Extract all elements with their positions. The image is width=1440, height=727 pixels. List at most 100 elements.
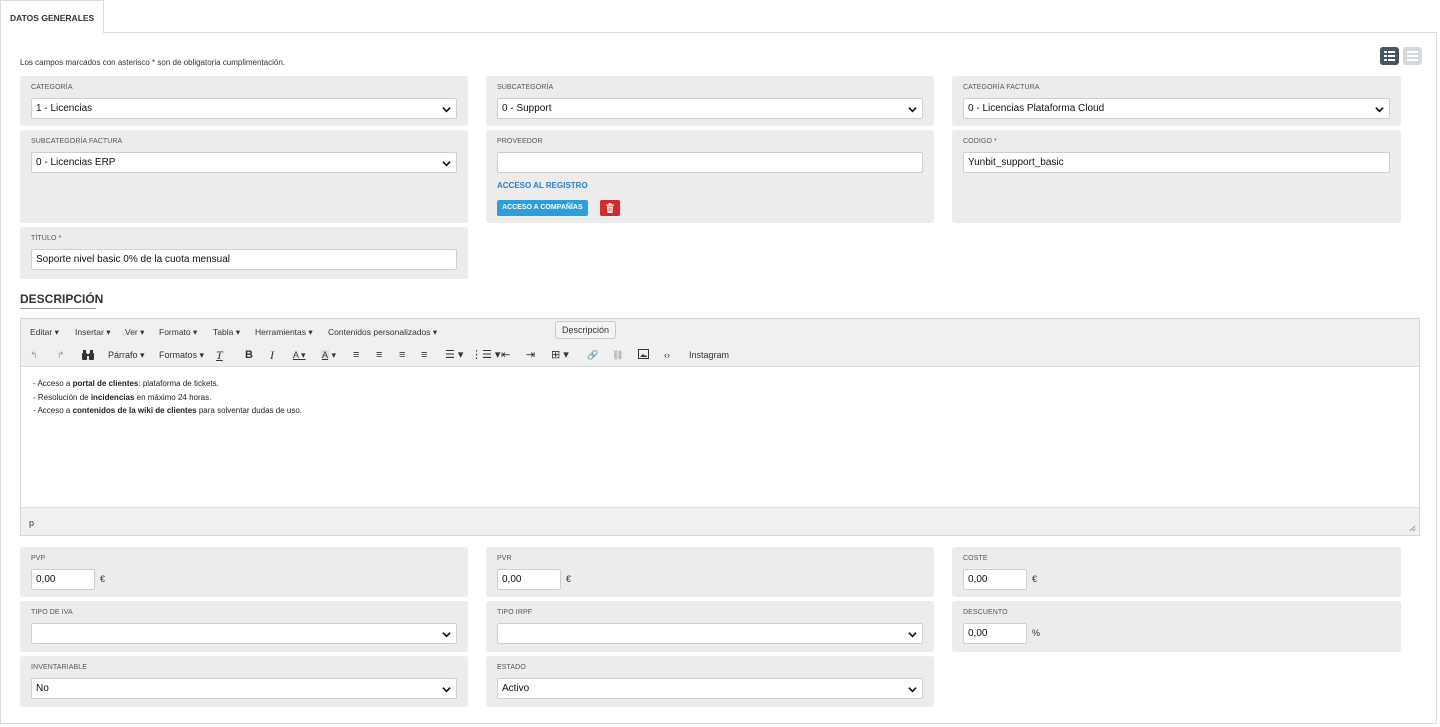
- link-icon[interactable]: 🔗: [587, 349, 598, 361]
- text-color-icon[interactable]: A ▾: [293, 349, 306, 361]
- titulo-card: TÍTULO * Soporte nivel basic 0% de la cu…: [20, 227, 468, 279]
- unlink-icon[interactable]: ⛓: [612, 349, 623, 361]
- required-fields-note: Los campos marcados con asterisco * son …: [20, 58, 286, 67]
- delete-proveedor-button[interactable]: [600, 200, 620, 216]
- align-left-icon[interactable]: ≡: [353, 349, 359, 361]
- coste-card: COSTE 0,00 €: [952, 547, 1401, 597]
- rich-text-editor: Editar ▾ Insertar ▾ Ver ▾ Formato ▾ Tabl…: [20, 318, 1420, 536]
- codigo-label: CODIGO *: [963, 138, 997, 145]
- align-justify-icon[interactable]: ≡: [421, 349, 427, 361]
- background-color-icon[interactable]: A ▾: [321, 349, 336, 361]
- resize-grip-icon[interactable]: [1409, 525, 1416, 532]
- titulo-input[interactable]: Soporte nivel basic 0% de la cuota mensu…: [31, 249, 457, 270]
- paragraph-dropdown[interactable]: Párrafo ▾: [108, 349, 145, 361]
- table-icon[interactable]: ⊞ ▾: [551, 349, 569, 361]
- subcategoria-factura-select[interactable]: 0 - Licencias ERP: [31, 152, 457, 173]
- codigo-input[interactable]: Yunbit_support_basic: [963, 152, 1390, 173]
- estado-card: ESTADO Activo: [486, 656, 934, 707]
- categoria-factura-card: CATEGORÍA FACTURA 0 - Licencias Platafor…: [952, 76, 1401, 126]
- proveedor-card: PROVEEDOR ACCESO AL REGISTRO ACCESO A CO…: [486, 130, 934, 223]
- categoria-factura-label: CATEGORÍA FACTURA: [963, 84, 1040, 91]
- bullet-list-icon[interactable]: ☰ ▾: [445, 349, 463, 361]
- subcategoria-factura-card: SUBCATEGORÍA FACTURA 0 - Licencias ERP: [20, 130, 468, 223]
- description-line: - Resolución de incidencias en máximo 24…: [33, 392, 212, 402]
- estado-select[interactable]: Activo: [497, 678, 923, 699]
- subcategoria-factura-label: SUBCATEGORÍA FACTURA: [31, 138, 123, 145]
- subcategoria-card: SUBCATEGORÍA 0 - Support: [486, 76, 934, 126]
- chevron-down-icon: [442, 161, 451, 167]
- codigo-card: CODIGO * Yunbit_support_basic: [952, 130, 1401, 223]
- editor-menubar: Editar ▾ Insertar ▾ Ver ▾ Formato ▾ Tabl…: [21, 319, 1419, 343]
- source-code-icon[interactable]: ‹›: [664, 349, 670, 361]
- trash-icon: [606, 203, 614, 213]
- redo-icon[interactable]: ↱: [57, 349, 65, 361]
- instagram-button[interactable]: Instagram: [689, 349, 729, 361]
- pvp-unit: €: [100, 574, 106, 584]
- inventariable-label: INVENTARIABLE: [31, 664, 88, 671]
- grid-view-icon: [1384, 51, 1395, 61]
- numbered-list-icon[interactable]: ⋮☰ ▾: [471, 349, 500, 361]
- find-replace-icon[interactable]: [82, 349, 94, 361]
- formats-dropdown[interactable]: Formatos ▾: [159, 349, 204, 361]
- descripcion-heading: DESCRIPCIÓN: [20, 292, 104, 306]
- italic-icon[interactable]: I: [270, 349, 274, 361]
- tipo-irpf-card: TIPO IRPF: [486, 601, 934, 652]
- indent-icon[interactable]: ⇥: [526, 349, 535, 361]
- bold-icon[interactable]: B: [245, 349, 253, 361]
- pvp-label: PVP: [31, 555, 46, 562]
- outdent-icon[interactable]: ⇤: [501, 349, 510, 361]
- image-icon[interactable]: [638, 349, 649, 361]
- pvr-label: PVR: [497, 555, 512, 562]
- tipo-iva-select[interactable]: [31, 623, 457, 644]
- inventariable-value: No: [36, 683, 49, 694]
- titulo-label: TÍTULO *: [31, 235, 62, 242]
- descripcion-tooltip: Descripción: [555, 321, 617, 339]
- subcategoria-value: 0 - Support: [502, 103, 552, 114]
- align-center-icon[interactable]: ≡: [376, 349, 382, 361]
- inventariable-card: INVENTARIABLE No: [20, 656, 468, 707]
- menu-ver[interactable]: Ver ▾: [125, 327, 144, 338]
- menu-tabla[interactable]: Tabla ▾: [213, 327, 240, 338]
- categoria-select[interactable]: 1 - Licencias: [31, 98, 457, 119]
- coste-input[interactable]: 0,00: [963, 569, 1027, 590]
- menu-insertar[interactable]: Insertar ▾: [75, 327, 110, 338]
- tab-datos-generales[interactable]: DATOS GENERALES: [0, 0, 105, 33]
- pvr-card: PVR 0,00 €: [486, 547, 934, 597]
- descuento-input[interactable]: 0,00: [963, 623, 1027, 644]
- menu-formato[interactable]: Formato ▾: [159, 327, 197, 338]
- pvp-input[interactable]: 0,00: [31, 569, 95, 590]
- descuento-card: DESCUENTO 0,00 %: [952, 601, 1401, 652]
- descripcion-underline: [20, 308, 96, 309]
- description-line: - Acceso a portal de clientes: plataform…: [33, 379, 219, 388]
- categoria-factura-select[interactable]: 0 - Licencias Plataforma Cloud: [963, 98, 1390, 119]
- chevron-down-icon: [442, 632, 451, 638]
- grid-view-button[interactable]: [1380, 47, 1399, 65]
- categoria-label: CATEGORÍA: [31, 84, 73, 91]
- chevron-down-icon: [1375, 107, 1384, 113]
- menu-herramientas[interactable]: Herramientas ▾: [255, 327, 313, 338]
- descuento-label: DESCUENTO: [963, 609, 1008, 616]
- chevron-down-icon: [908, 687, 917, 693]
- proveedor-input[interactable]: [497, 152, 923, 173]
- menu-contenidos-personalizados[interactable]: Contenidos personalizados ▾: [328, 327, 437, 338]
- description-line: - Acceso a contenidos de la wiki de clie…: [33, 406, 303, 415]
- acceso-registro-link[interactable]: ACCESO AL REGISTRO: [497, 181, 588, 190]
- undo-icon[interactable]: ↰: [30, 349, 38, 361]
- tipo-irpf-select[interactable]: [497, 623, 923, 644]
- editor-statusbar: p: [21, 507, 1419, 535]
- menu-editar[interactable]: Editar ▾: [30, 327, 59, 338]
- clear-formatting-icon[interactable]: T: [216, 349, 223, 361]
- list-view-button[interactable]: [1403, 47, 1422, 65]
- tipo-irpf-label: TIPO IRPF: [497, 609, 533, 616]
- editor-content[interactable]: - Acceso a portal de clientes: plataform…: [33, 377, 302, 418]
- descuento-unit: %: [1032, 628, 1041, 638]
- element-path[interactable]: p: [29, 518, 34, 528]
- align-right-icon[interactable]: ≡: [399, 349, 405, 361]
- pvp-card: PVP 0,00 €: [20, 547, 468, 597]
- inventariable-select[interactable]: No: [31, 678, 457, 699]
- acceso-companias-button[interactable]: ACCESO A COMPAÑÍAS: [497, 200, 588, 216]
- pvr-input[interactable]: 0,00: [497, 569, 561, 590]
- coste-unit: €: [1032, 574, 1038, 584]
- subcategoria-select[interactable]: 0 - Support: [497, 98, 923, 119]
- tipo-iva-card: TIPO DE IVA: [20, 601, 468, 652]
